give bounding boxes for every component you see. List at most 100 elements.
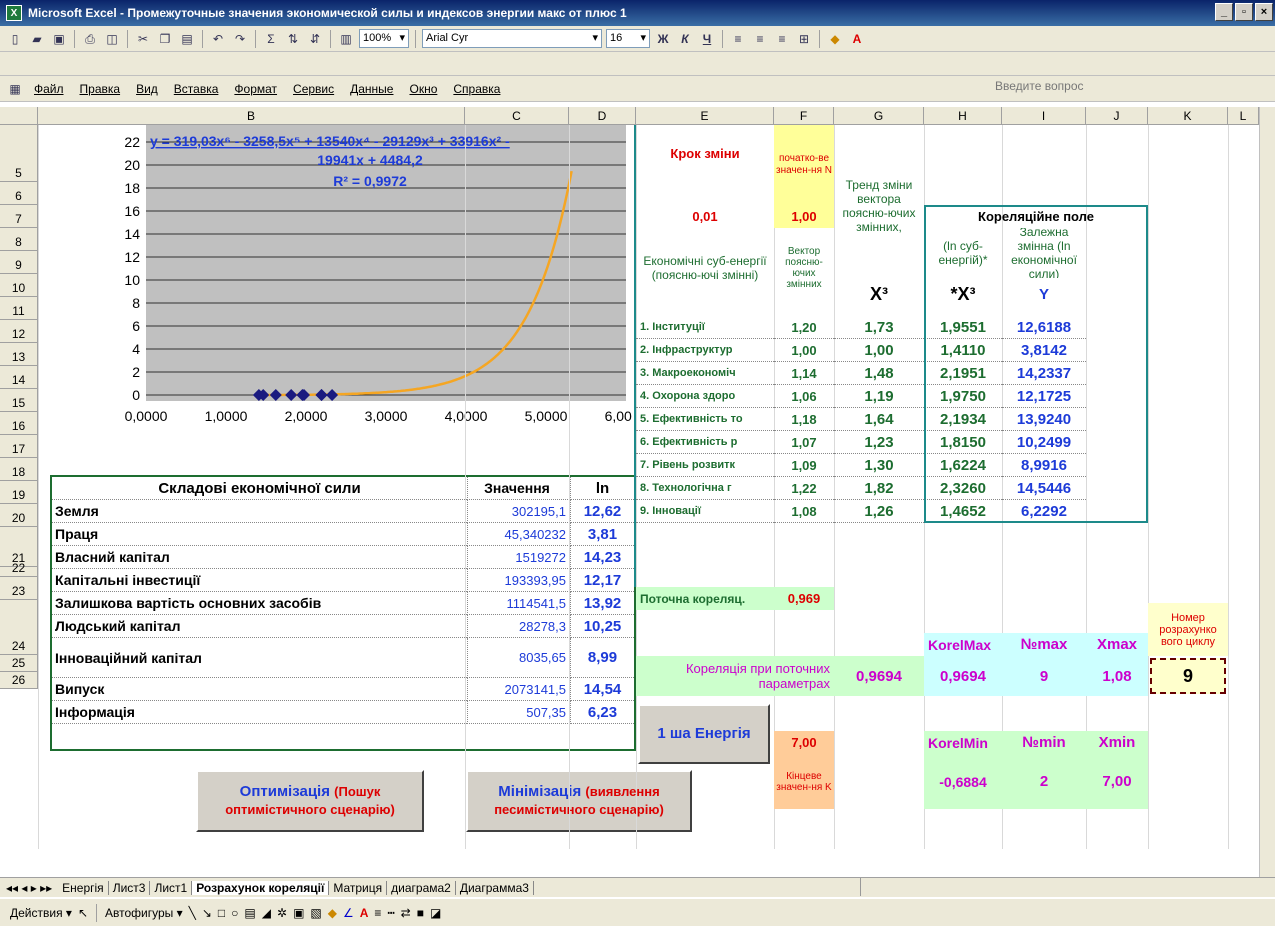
col-header-e[interactable]: E: [636, 107, 774, 125]
row-header-24[interactable]: 24: [0, 600, 38, 655]
undo-icon[interactable]: ↶: [209, 30, 227, 48]
font-select[interactable]: Arial Cyr ▾: [422, 29, 602, 48]
col-header-j[interactable]: J: [1086, 107, 1148, 125]
row-header-7[interactable]: 7: [0, 205, 38, 228]
clipart-icon[interactable]: ▣: [293, 906, 304, 920]
col-header-c[interactable]: C: [465, 107, 569, 125]
col-header-k[interactable]: K: [1148, 107, 1228, 125]
autoshapes-menu[interactable]: Автофигуры ▾: [105, 906, 183, 920]
font-color-icon[interactable]: A: [848, 30, 866, 48]
italic-button[interactable]: К: [676, 30, 694, 48]
row-header-12[interactable]: 12: [0, 320, 38, 343]
align-left-icon[interactable]: ≡: [729, 30, 747, 48]
row-header-23[interactable]: 23: [0, 577, 38, 600]
row-header-8[interactable]: 8: [0, 228, 38, 251]
col-header-f[interactable]: F: [774, 107, 834, 125]
vertical-scrollbar[interactable]: [1259, 107, 1275, 877]
line-color-icon[interactable]: ∠: [343, 906, 354, 920]
tab-diagram3[interactable]: Диаграмма3: [456, 880, 534, 895]
row-header-20[interactable]: 20: [0, 504, 38, 527]
horizontal-scrollbar[interactable]: [860, 878, 1259, 896]
fill-icon[interactable]: ◆: [328, 906, 337, 920]
font-size-select[interactable]: 16 ▾: [606, 29, 650, 48]
row-header-13[interactable]: 13: [0, 343, 38, 366]
row-header-11[interactable]: 11: [0, 297, 38, 320]
col-header-i[interactable]: I: [1002, 107, 1086, 125]
menu-edit[interactable]: Правка: [74, 82, 127, 96]
menu-tools[interactable]: Сервис: [287, 82, 340, 96]
3d-icon[interactable]: ◪: [430, 906, 441, 920]
row-header-5[interactable]: 5: [0, 125, 38, 182]
row-header-26[interactable]: 26: [0, 672, 38, 689]
row-header-6[interactable]: 6: [0, 182, 38, 205]
tab-matrix[interactable]: Матриця: [329, 880, 388, 895]
menu-file[interactable]: Файл: [28, 82, 70, 96]
sort-asc-icon[interactable]: ⇅: [284, 30, 302, 48]
autosum-icon[interactable]: Σ: [262, 30, 280, 48]
menu-view[interactable]: Вид: [130, 82, 164, 96]
close-button[interactable]: ×: [1255, 3, 1273, 21]
preview-icon[interactable]: ◫: [103, 30, 121, 48]
copy-icon[interactable]: ❐: [156, 30, 174, 48]
menu-format[interactable]: Формат: [228, 82, 283, 96]
textbox-icon[interactable]: ▤: [244, 906, 255, 920]
tab-correlation[interactable]: Розрахунок кореляції: [192, 880, 330, 895]
first-energy-button[interactable]: 1 ша Енергія: [638, 704, 770, 764]
row-header-9[interactable]: 9: [0, 251, 38, 274]
tab-list1[interactable]: Лист1: [150, 880, 193, 895]
diagram-icon[interactable]: ✲: [277, 906, 287, 920]
tab-nav-icon[interactable]: ◂◂ ◂ ▸ ▸▸: [0, 881, 58, 895]
arrow-icon[interactable]: ↘: [202, 906, 212, 920]
row-header-25[interactable]: 25: [0, 655, 38, 672]
col-header-h[interactable]: H: [924, 107, 1002, 125]
merge-center-icon[interactable]: ⊞: [795, 30, 813, 48]
font-color-draw-icon[interactable]: A: [360, 906, 369, 920]
menu-insert[interactable]: Вставка: [168, 82, 225, 96]
dash-style-icon[interactable]: ┅: [387, 906, 394, 920]
row-header-16[interactable]: 16: [0, 412, 38, 435]
menu-window[interactable]: Окно: [403, 82, 443, 96]
align-right-icon[interactable]: ≡: [773, 30, 791, 48]
shadow-icon[interactable]: ■: [417, 906, 424, 920]
bold-button[interactable]: Ж: [654, 30, 672, 48]
cut-icon[interactable]: ✂: [134, 30, 152, 48]
row-header-10[interactable]: 10: [0, 274, 38, 297]
save-icon[interactable]: ▣: [50, 30, 68, 48]
paste-icon[interactable]: ▤: [178, 30, 196, 48]
col-header-g[interactable]: G: [834, 107, 924, 125]
optimization-button[interactable]: Оптимізація (Пошук оптимістичного сценар…: [196, 770, 424, 832]
scatter-chart[interactable]: 2422201816141210864200,00001,00002,00003…: [52, 125, 632, 450]
open-icon[interactable]: ▰: [28, 30, 46, 48]
row-header-19[interactable]: 19: [0, 481, 38, 504]
tab-energy[interactable]: Енергія: [58, 880, 109, 895]
menu-help[interactable]: Справка: [447, 82, 506, 96]
tab-list3[interactable]: Лист3: [109, 880, 151, 895]
rectangle-icon[interactable]: □: [218, 906, 225, 920]
wordart-icon[interactable]: ◢: [262, 906, 271, 920]
restore-button[interactable]: ▫: [1235, 3, 1253, 21]
sort-desc-icon[interactable]: ⇵: [306, 30, 324, 48]
row-header-15[interactable]: 15: [0, 389, 38, 412]
chart-wizard-icon[interactable]: ▥: [337, 30, 355, 48]
row-header-22[interactable]: 22: [0, 561, 38, 577]
underline-button[interactable]: Ч: [698, 30, 716, 48]
col-header-d[interactable]: D: [569, 107, 636, 125]
minimization-button[interactable]: Мінімізація (виявлення песимістичного сц…: [466, 770, 692, 832]
new-icon[interactable]: ▯: [6, 30, 24, 48]
picture-icon[interactable]: ▧: [310, 906, 321, 920]
menu-data[interactable]: Данные: [344, 82, 399, 96]
tab-diagram2[interactable]: диаграма2: [387, 880, 456, 895]
arrow-style-icon[interactable]: ⇄: [401, 906, 411, 920]
row-header-14[interactable]: 14: [0, 366, 38, 389]
draw-actions-menu[interactable]: Действия ▾: [10, 906, 72, 920]
print-icon[interactable]: ⎙: [81, 30, 99, 48]
line-icon[interactable]: ╲: [189, 906, 196, 920]
oval-icon[interactable]: ○: [231, 906, 238, 920]
align-center-icon[interactable]: ≡: [751, 30, 769, 48]
col-header-b[interactable]: B: [38, 107, 465, 125]
redo-icon[interactable]: ↷: [231, 30, 249, 48]
line-style-icon[interactable]: ≡: [374, 906, 381, 920]
fill-color-icon[interactable]: ◆: [826, 30, 844, 48]
zoom-select[interactable]: 100% ▾: [359, 29, 409, 48]
minimize-button[interactable]: _: [1215, 3, 1233, 21]
